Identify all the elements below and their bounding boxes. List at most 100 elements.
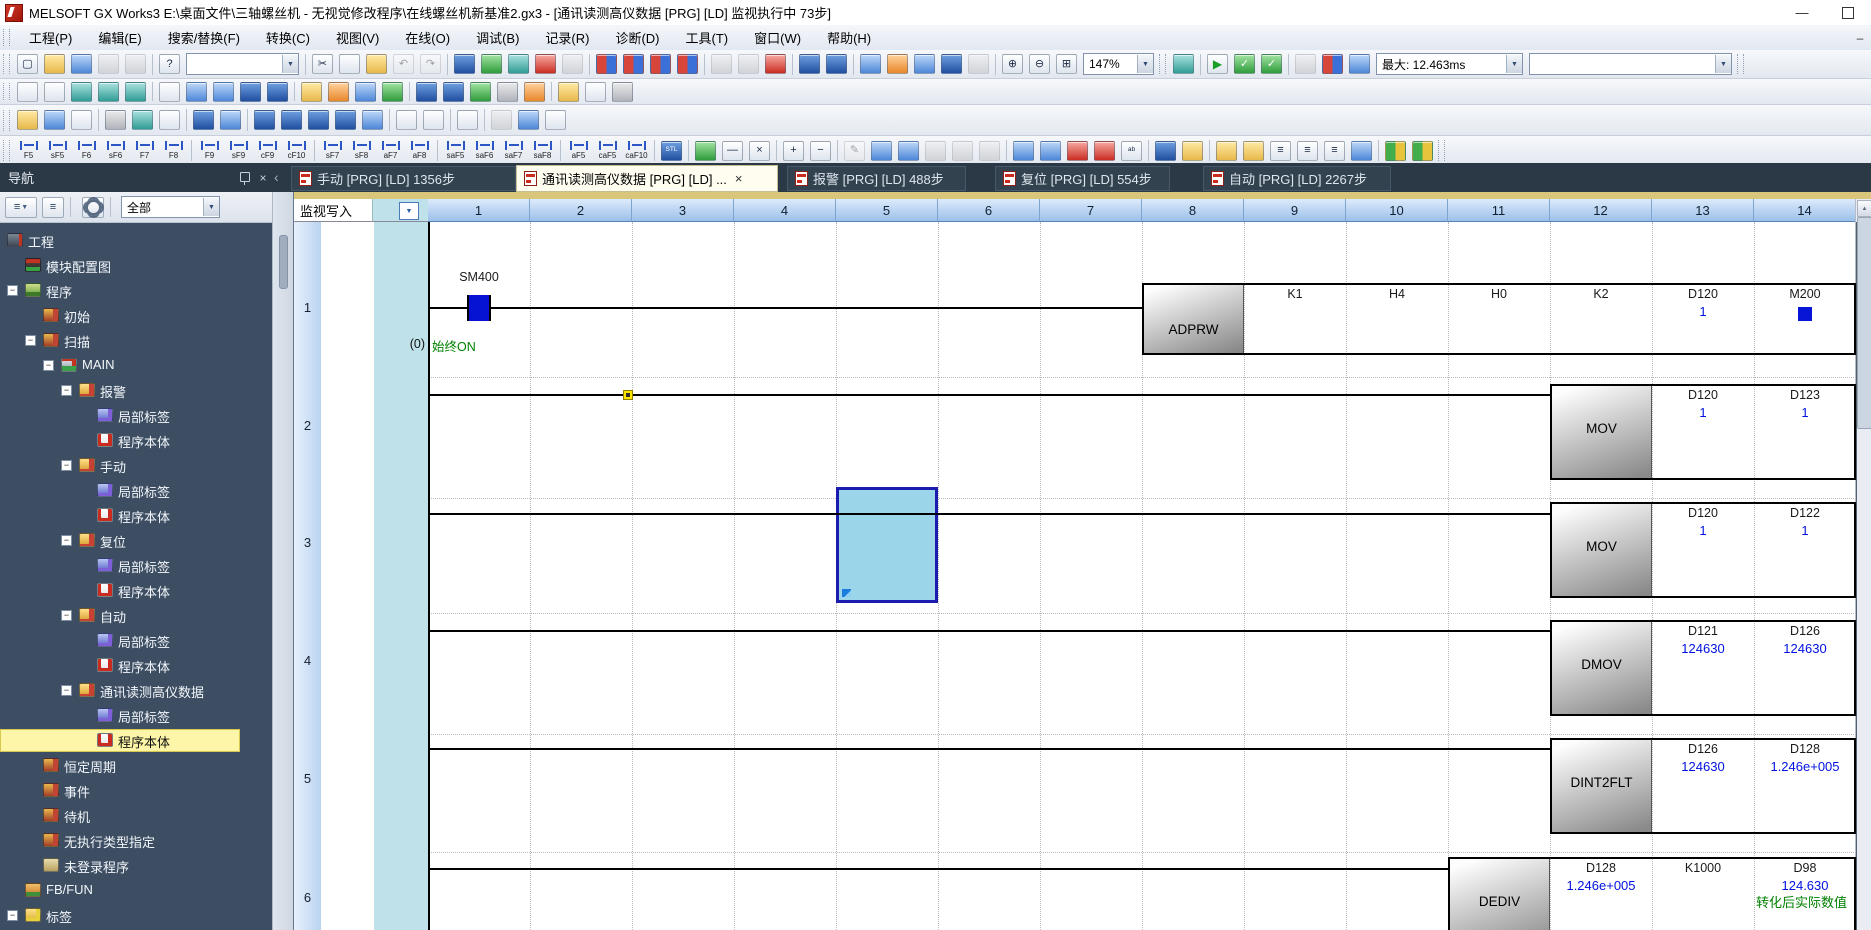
tab-4[interactable]: 复位 [PRG] [LD] 554步 (995, 166, 1170, 191)
ladder-symbol-button-saF5[interactable]: saF5 (442, 138, 469, 164)
tab-2[interactable]: 通讯读测高仪数据 [PRG] [LD] ...× (516, 165, 778, 192)
options-icon[interactable] (612, 82, 633, 102)
watch-window-icon[interactable] (240, 82, 261, 102)
minimize-button[interactable]: — (1779, 0, 1825, 25)
dropdown-arrow-icon[interactable]: ▼ (1137, 55, 1153, 73)
ladder-symbol-button-F7[interactable]: F7 (131, 138, 158, 164)
page-edit-icon[interactable] (545, 110, 566, 130)
selected-cell[interactable] (836, 487, 938, 603)
wire-draw-icon[interactable]: — (722, 141, 743, 161)
menu-item[interactable]: 帮助(H) (814, 25, 884, 50)
cross-reference-icon[interactable] (186, 82, 207, 102)
device-list-icon[interactable] (213, 82, 234, 102)
tree-item[interactable]: 未登录程序 (0, 853, 272, 878)
combo-quick_combo[interactable]: ▼ (186, 53, 299, 75)
menu-item[interactable]: 搜索/替换(F) (155, 25, 253, 50)
menu-item[interactable]: 工具(T) (673, 25, 742, 50)
toolbar-grip[interactable] (3, 110, 10, 131)
ab-contact-icon[interactable]: ab (1121, 141, 1142, 161)
ladder-symbol-button-sF7[interactable]: sF7 (319, 138, 346, 164)
screen-copy-icon[interactable] (914, 54, 935, 74)
ladder-canvas[interactable]: 始终ONSM400ADPRWK1H4H0K2D1201M200MOVD1201D… (294, 222, 1856, 930)
ladder-symbol-button-caF10[interactable]: caF10 (623, 138, 650, 164)
tree-item[interactable]: 程序本体 (0, 428, 272, 453)
ladder-symbol-button-F5[interactable]: F5 (15, 138, 42, 164)
toolbar-grip[interactable] (3, 54, 10, 74)
tree-item[interactable]: 局部标签 (0, 703, 272, 728)
tree-item[interactable]: −复位 (0, 528, 272, 553)
module-edit-icon[interactable] (518, 110, 539, 130)
expand-collapse-icon[interactable]: − (61, 685, 72, 696)
clock-gauge-icon[interactable] (396, 110, 417, 130)
tree-item[interactable]: 程序本体 (0, 503, 272, 528)
expand-collapse-icon[interactable]: − (61, 385, 72, 396)
toolbar-grip[interactable] (1159, 54, 1166, 74)
ladder-symbol-button-sF8[interactable]: sF8 (348, 138, 375, 164)
tab-scroll-left-button[interactable]: ‹ (274, 169, 279, 185)
tree-item[interactable]: 局部标签 (0, 628, 272, 653)
toolbar-grip[interactable] (3, 140, 10, 160)
toolbar-grip[interactable] (3, 83, 10, 101)
tag-import-icon[interactable] (1216, 141, 1237, 161)
program-check-icon[interactable] (382, 82, 403, 102)
tree-item[interactable]: 恒定周期 (0, 753, 272, 778)
tree-item[interactable]: 局部标签 (0, 403, 272, 428)
combo-zoom_combo[interactable]: 147%▼ (1083, 53, 1154, 75)
convert-icon[interactable] (416, 82, 437, 102)
ladder-symbol-button-F6[interactable]: F6 (73, 138, 100, 164)
tree-item[interactable]: FB/FUN (0, 878, 272, 903)
menu-item[interactable]: 工程(P) (16, 25, 85, 50)
ladder-symbol-button-F8[interactable]: F8 (160, 138, 187, 164)
toolbar-grip[interactable] (1737, 54, 1744, 74)
device-find-icon[interactable] (159, 82, 180, 102)
ladder-symbol-button-cF10[interactable]: cF10 (283, 138, 310, 164)
menu-item[interactable]: 诊断(D) (602, 25, 672, 50)
dropdown-arrow-icon[interactable]: ▼ (1506, 55, 1522, 73)
contact-SM400[interactable] (467, 295, 491, 321)
menu-item[interactable]: 窗口(W) (741, 25, 814, 50)
dev-display-icon[interactable] (454, 54, 475, 74)
compass-icon[interactable] (1349, 54, 1370, 74)
tree-item[interactable]: 程序本体 (0, 578, 272, 603)
module-tool-icon[interactable] (105, 110, 126, 130)
device-grid-icon[interactable] (281, 110, 302, 130)
template-icon[interactable] (1182, 141, 1203, 161)
open-folder-icon[interactable] (44, 54, 65, 74)
menu-item[interactable]: 在线(O) (392, 25, 463, 50)
module-c-icon[interactable] (650, 54, 671, 74)
tree-item[interactable]: −标签 (0, 903, 272, 928)
line-statement-list-icon[interactable] (132, 110, 153, 130)
paste-icon[interactable] (366, 54, 387, 74)
scrollbar-thumb[interactable] (1857, 217, 1871, 429)
navigation-window-icon[interactable] (17, 110, 38, 130)
dialog-grid-icon[interactable] (159, 110, 180, 130)
ladder-symbol-button-aF7[interactable]: aF7 (377, 138, 404, 164)
statement-display-icon[interactable] (98, 82, 119, 102)
find-window-icon[interactable] (220, 110, 241, 130)
scroll-up-icon[interactable]: ▲ (1857, 200, 1871, 217)
expand-collapse-icon[interactable]: − (43, 360, 54, 371)
help-icon[interactable]: ? (159, 54, 180, 74)
verify-icon[interactable] (860, 54, 881, 74)
convert-all-icon[interactable] (443, 82, 464, 102)
panel-splitter[interactable] (272, 192, 295, 930)
save-icon[interactable] (71, 54, 92, 74)
tree-display-mode-button[interactable]: ≡▼ (5, 197, 37, 218)
wire-delete-icon[interactable]: × (749, 141, 770, 161)
structured-data-icon[interactable] (328, 82, 349, 102)
ladder-symbol-button-sF6[interactable]: sF6 (102, 138, 129, 164)
expand-collapse-icon[interactable]: − (61, 460, 72, 471)
tree-item[interactable]: 工程 (0, 228, 272, 253)
tree-item[interactable]: 程序本体 (0, 728, 272, 753)
rung-delete-icon[interactable]: − (810, 141, 831, 161)
memory-card-icon[interactable] (558, 82, 579, 102)
clipboard-icon[interactable] (457, 110, 478, 130)
ladder-symbol-button-caF5[interactable]: caF5 (594, 138, 621, 164)
tree-filter-select[interactable]: 全部 ▼ (121, 196, 220, 218)
list-view2-icon[interactable]: ≡ (1297, 141, 1318, 161)
history-icon[interactable] (71, 110, 92, 130)
dev-batch-icon[interactable] (799, 54, 820, 74)
find-next-icon[interactable] (898, 141, 919, 161)
outline-view-icon[interactable]: ≡ (1324, 141, 1345, 161)
online-data-icon[interactable] (470, 82, 491, 102)
